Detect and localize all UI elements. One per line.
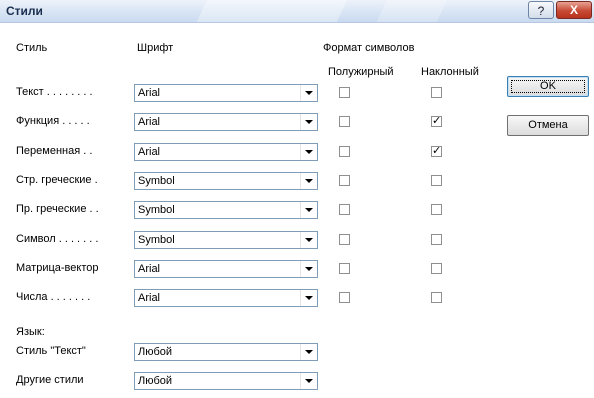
chevron-down-icon[interactable] [300,373,317,389]
language-row-label: Другие стили [16,374,84,386]
style-row-label: Символ . . . . . . . [16,233,99,245]
font-select[interactable]: Arial [134,113,318,131]
font-select-value: Symbol [138,234,175,246]
font-select-value: Arial [138,116,161,128]
chevron-down-icon[interactable] [300,144,317,160]
italic-checkbox[interactable] [431,87,442,98]
italic-checkbox[interactable]: ✓ [431,116,442,127]
header-char-format: Формат символов [323,42,415,54]
font-select[interactable]: Arial [134,289,318,307]
italic-checkbox[interactable]: ✓ [431,146,442,157]
italic-checkbox[interactable] [431,234,442,245]
font-select[interactable]: Symbol [134,201,318,219]
chevron-down-icon[interactable] [300,344,317,360]
font-select-value: Symbol [138,204,175,216]
chevron-down-icon[interactable] [300,85,317,101]
close-icon: X [569,3,578,17]
style-row-label: Переменная . . [16,145,93,157]
style-row-label: Стр. греческие . [16,174,98,186]
font-select-value: Arial [138,87,161,99]
focus-rectangle [511,80,585,93]
chevron-down-icon[interactable] [300,232,317,248]
font-select-value: Arial [138,146,161,158]
bold-checkbox[interactable] [339,146,350,157]
title-glass-decoration [368,0,452,22]
style-row-label: Матрица-вектор [16,262,99,274]
styles-dialog: Стили ? X Стиль Шрифт Формат символов По… [0,0,594,398]
bold-checkbox[interactable] [339,87,350,98]
chevron-down-icon[interactable] [300,261,317,277]
italic-checkbox[interactable] [431,292,442,303]
help-button[interactable]: ? [528,1,554,19]
font-select[interactable]: Arial [134,84,318,102]
italic-checkbox[interactable] [431,263,442,274]
header-italic: Наклонный [421,66,479,78]
help-icon: ? [537,4,545,18]
language-select-value: Любой [138,375,173,387]
bold-checkbox[interactable] [339,292,350,303]
close-button[interactable]: X [556,1,592,19]
dialog-title: Стили [6,4,43,18]
font-select-value: Symbol [138,175,175,187]
bold-checkbox[interactable] [339,263,350,274]
language-select[interactable]: Любой [134,343,318,361]
language-row-label: Стиль "Текст" [16,345,86,357]
font-select[interactable]: Arial [134,143,318,161]
chevron-down-icon[interactable] [300,290,317,306]
chevron-down-icon[interactable] [300,114,317,130]
style-row-label: Пр. греческие . . [16,203,99,215]
font-select-value: Arial [138,263,161,275]
language-heading: Язык: [16,326,45,338]
cancel-button-label: Отмена [528,119,568,131]
title-glass-decoration [188,0,352,22]
bold-checkbox[interactable] [339,234,350,245]
font-select[interactable]: Arial [134,260,318,278]
language-select[interactable]: Любой [134,372,318,390]
header-font: Шрифт [137,42,174,54]
header-style: Стиль [16,42,48,54]
font-select-value: Arial [138,292,161,304]
title-bar[interactable]: Стили ? X [0,0,594,23]
bold-checkbox[interactable] [339,116,350,127]
font-select[interactable]: Symbol [134,172,318,190]
bold-checkbox[interactable] [339,175,350,186]
italic-checkbox[interactable] [431,204,442,215]
ok-button[interactable]: OK [507,76,589,97]
cancel-button[interactable]: Отмена [507,115,589,136]
bold-checkbox[interactable] [339,204,350,215]
language-select-value: Любой [138,346,173,358]
style-row-label: Функция . . . . . [16,115,90,127]
font-select[interactable]: Symbol [134,231,318,249]
chevron-down-icon[interactable] [300,173,317,189]
chevron-down-icon[interactable] [300,202,317,218]
italic-checkbox[interactable] [431,175,442,186]
header-bold: Полужирный [328,66,394,78]
style-row-label: Числа . . . . . . . [16,291,91,303]
style-row-label: Текст . . . . . . . . [16,86,93,98]
